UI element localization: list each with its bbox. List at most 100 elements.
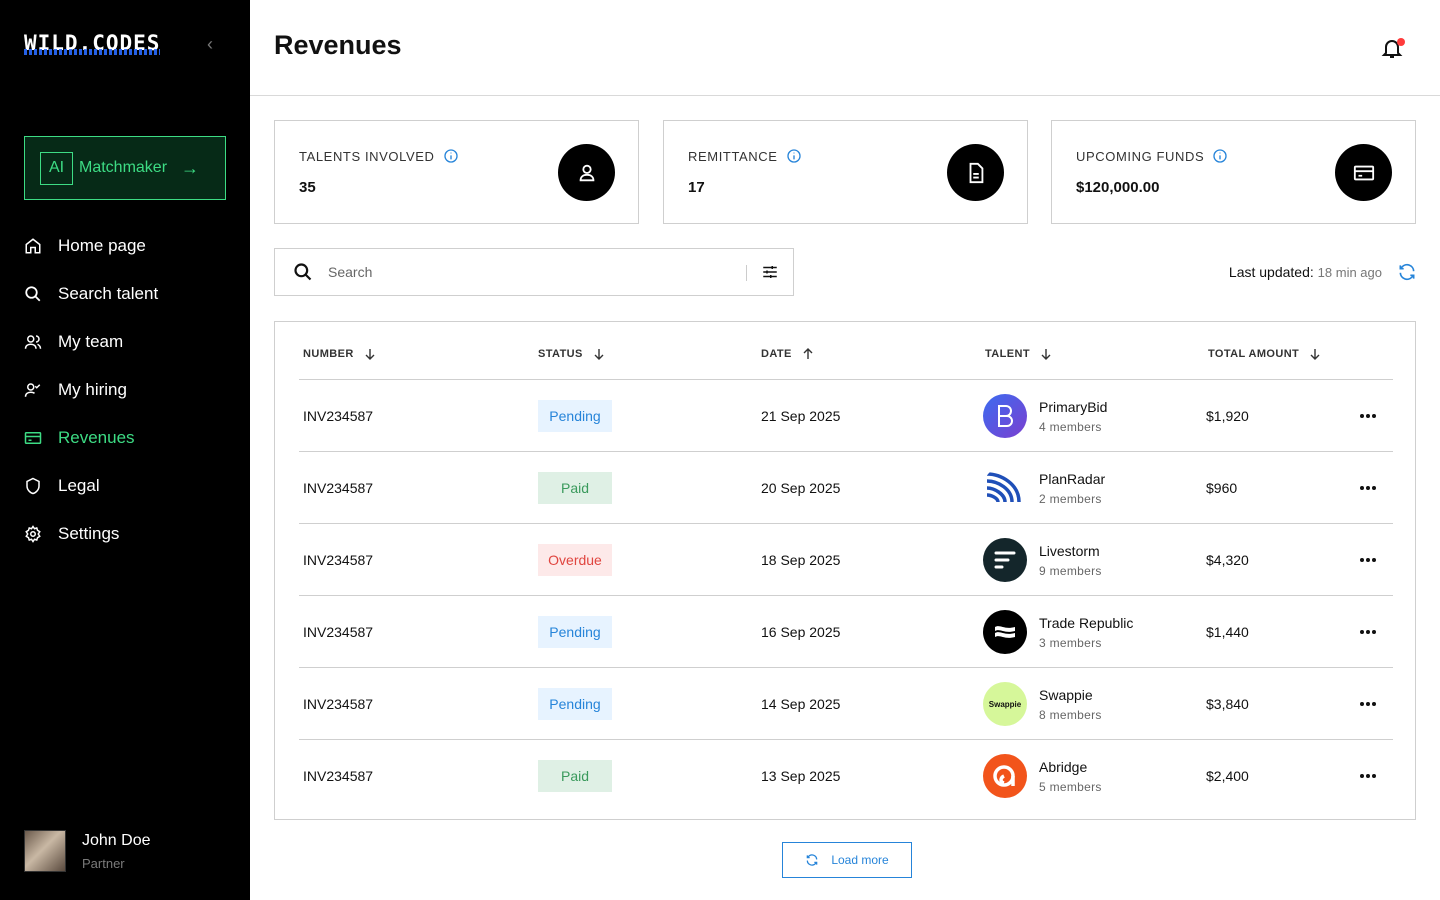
arrow-up-icon bbox=[803, 348, 813, 359]
info-icon[interactable] bbox=[1212, 148, 1228, 164]
search-input[interactable] bbox=[328, 264, 728, 280]
sidebar-item-label: Home page bbox=[58, 236, 146, 255]
load-more-label: Load more bbox=[831, 853, 889, 867]
invoice-date: 20 Sep 2025 bbox=[761, 480, 841, 496]
sidebar-item-home[interactable]: Home page bbox=[24, 222, 234, 270]
sidebar: WILD.CODES ‹ AI Matchmaker → Home page S… bbox=[0, 0, 250, 900]
stat-value: 17 bbox=[688, 179, 705, 196]
search-bar bbox=[274, 248, 794, 296]
card-icon bbox=[24, 432, 42, 444]
gear-icon bbox=[25, 525, 41, 543]
sidebar-item-label: My team bbox=[58, 332, 124, 351]
more-options-icon[interactable] bbox=[1359, 768, 1377, 784]
column-header-number[interactable]: NUMBER bbox=[303, 348, 376, 360]
column-header-talent[interactable]: TALENT bbox=[985, 348, 1052, 360]
invoice-date: 16 Sep 2025 bbox=[761, 624, 841, 640]
user-role: Partner bbox=[82, 855, 125, 871]
column-header-date[interactable]: DATE bbox=[761, 348, 814, 360]
invoice-number: INV234587 bbox=[303, 552, 374, 568]
credit-card-icon bbox=[1353, 165, 1374, 180]
stat-label: REMITTANCE bbox=[688, 148, 778, 164]
invoice-number: INV234587 bbox=[303, 408, 374, 424]
stat-label: UPCOMING FUNDS bbox=[1076, 148, 1205, 164]
user-profile[interactable]: John Doe Partner bbox=[24, 830, 151, 872]
refresh-icon[interactable] bbox=[1397, 262, 1417, 282]
swappie-logo: Swappie bbox=[983, 682, 1027, 726]
ai-matchmaker-label: Matchmaker bbox=[79, 159, 168, 176]
status-badge: Paid bbox=[538, 472, 612, 504]
status-badge: Pending bbox=[538, 616, 612, 648]
stat-card-upcoming-funds: UPCOMING FUNDS $120,000.00 bbox=[1051, 120, 1416, 224]
table-row[interactable]: INV234587 Paid 20 Sep 2025 PlanRadar 2 m… bbox=[299, 452, 1393, 524]
sidebar-item-label: Revenues bbox=[58, 428, 135, 447]
page-title: Revenues bbox=[274, 30, 402, 60]
total-amount: $3,840 bbox=[1206, 696, 1249, 712]
sidebar-item-settings[interactable]: Settings bbox=[24, 510, 234, 558]
stat-label: TALENTS INVOLVED bbox=[299, 148, 435, 164]
talent-name: PlanRadar bbox=[1039, 470, 1106, 487]
collapse-sidebar-button[interactable]: ‹ bbox=[202, 34, 218, 54]
sidebar-item-revenues[interactable]: Revenues bbox=[24, 414, 234, 462]
filter-sliders-icon[interactable] bbox=[761, 263, 779, 281]
invoice-date: 21 Sep 2025 bbox=[761, 408, 841, 424]
table-row[interactable]: INV234587 Overdue 18 Sep 2025 Livestorm … bbox=[299, 524, 1393, 596]
sidebar-item-label: Settings bbox=[58, 524, 120, 543]
arrow-down-icon bbox=[1041, 349, 1051, 360]
table-row[interactable]: INV234587 Pending 14 Sep 2025 Swappie Sw… bbox=[299, 668, 1393, 740]
more-options-icon[interactable] bbox=[1359, 624, 1377, 640]
talent-name: PrimaryBid bbox=[1039, 398, 1108, 415]
home-icon bbox=[25, 238, 41, 254]
table-row[interactable]: INV234587 Pending 16 Sep 2025 Trade Repu… bbox=[299, 596, 1393, 668]
talent-members: 9 members bbox=[1039, 563, 1102, 578]
talent-members: 5 members bbox=[1039, 779, 1102, 794]
invoice-number: INV234587 bbox=[303, 480, 374, 496]
ai-matchmaker-button[interactable]: AI Matchmaker → bbox=[24, 136, 226, 200]
sidebar-item-search-talent[interactable]: Search talent bbox=[24, 270, 234, 318]
total-amount: $960 bbox=[1206, 480, 1238, 496]
stat-value: 35 bbox=[299, 179, 316, 196]
stat-card-remittance: REMITTANCE 17 bbox=[663, 120, 1028, 224]
sidebar-nav: Home page Search talent My team My hirin… bbox=[24, 222, 234, 558]
wild-codes-logo[interactable]: WILD.CODES bbox=[24, 32, 161, 55]
shield-icon bbox=[26, 477, 40, 495]
sidebar-item-label: Legal bbox=[58, 476, 100, 495]
table-row[interactable]: INV234587 Pending 21 Sep 2025 PrimaryBid… bbox=[299, 380, 1393, 452]
load-more-button[interactable]: Load more bbox=[782, 842, 912, 878]
info-icon[interactable] bbox=[443, 148, 459, 164]
talent-members: 3 members bbox=[1039, 635, 1102, 650]
search-icon bbox=[25, 286, 41, 302]
sidebar-item-my-team[interactable]: My team bbox=[24, 318, 234, 366]
last-updated-value: 18 min ago bbox=[1317, 265, 1382, 280]
more-options-icon[interactable] bbox=[1359, 480, 1377, 496]
more-options-icon[interactable] bbox=[1359, 408, 1377, 424]
more-options-icon[interactable] bbox=[1359, 552, 1377, 568]
chevron-left-icon: ‹ bbox=[207, 34, 213, 54]
main-content: Revenues TALENTS INVOLVED 35 REMITTANCE … bbox=[250, 0, 1440, 900]
refresh-icon bbox=[807, 854, 818, 866]
status-badge: Paid bbox=[538, 760, 612, 792]
talent-name: Abridge bbox=[1039, 758, 1088, 775]
invoice-number: INV234587 bbox=[303, 768, 374, 784]
abridge-logo bbox=[983, 754, 1027, 798]
total-amount: $2,400 bbox=[1206, 768, 1249, 784]
table-row[interactable]: INV234587 Paid 13 Sep 2025 Abridge 5 mem… bbox=[299, 740, 1393, 812]
page-header: Revenues bbox=[250, 0, 1440, 96]
total-amount: $1,920 bbox=[1206, 408, 1249, 424]
talent-members: 8 members bbox=[1039, 707, 1102, 722]
sidebar-item-legal[interactable]: Legal bbox=[24, 462, 234, 510]
invoice-date: 13 Sep 2025 bbox=[761, 768, 841, 784]
total-amount: $4,320 bbox=[1206, 552, 1249, 568]
column-header-status[interactable]: STATUS bbox=[538, 348, 605, 360]
team-icon bbox=[24, 335, 42, 349]
talent-name: Trade Republic bbox=[1039, 614, 1134, 631]
invoice-date: 14 Sep 2025 bbox=[761, 696, 841, 712]
search-icon bbox=[294, 263, 312, 281]
more-options-icon[interactable] bbox=[1359, 696, 1377, 712]
sidebar-item-my-hiring[interactable]: My hiring bbox=[24, 366, 234, 414]
last-updated: Last updated: 18 min ago bbox=[1229, 264, 1382, 280]
primarybid-logo bbox=[983, 394, 1027, 438]
talent-name: Livestorm bbox=[1039, 542, 1100, 559]
info-icon[interactable] bbox=[786, 148, 802, 164]
column-header-total-amount[interactable]: TOTAL AMOUNT bbox=[1208, 348, 1321, 360]
invoice-number: INV234587 bbox=[303, 696, 374, 712]
